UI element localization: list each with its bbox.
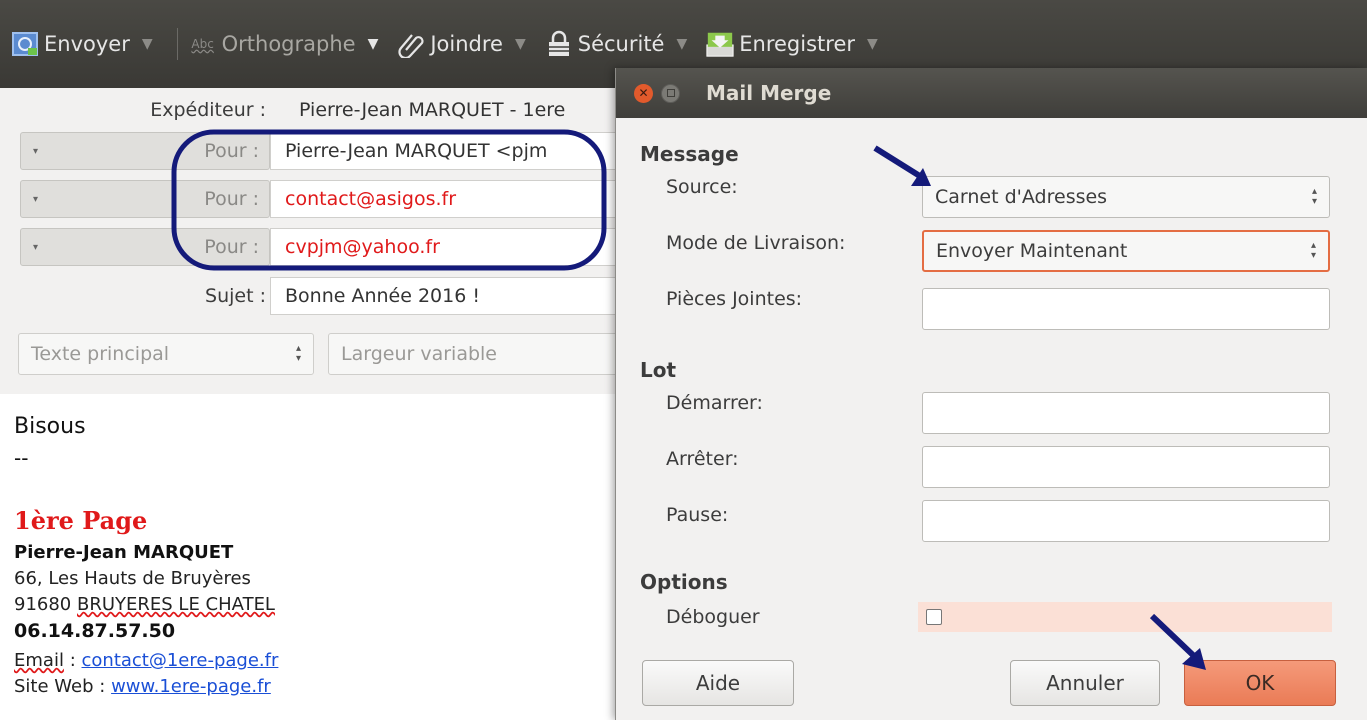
help-button[interactable]: Aide [642,660,794,706]
message-section-heading: Message [640,142,739,166]
security-dropdown-icon[interactable]: ▼ [676,36,687,52]
signature-email-line: Email : contact@1ere-page.fr [14,650,279,671]
dialog-titlebar: ✕ Mail Merge [616,68,1367,118]
signature-separator: -- [14,446,29,470]
send-button[interactable]: Envoyer ▼ [10,26,161,62]
source-value: Carnet d'Adresses [935,186,1108,208]
chevron-down-icon: ▾ [33,241,39,253]
security-label: Sécurité [577,32,665,56]
batch-section-heading: Lot [640,358,677,382]
attach-button[interactable]: Joindre ▼ [396,26,533,62]
signature-city: BRUYERES LE CHATEL [77,594,275,615]
save-download-icon [705,29,735,59]
annotation-arrow-icon [1149,613,1206,670]
lock-icon [544,29,574,59]
options-section-heading: Options [640,570,728,594]
subject-label: Sujet : [205,285,266,307]
from-value: Pierre-Jean MARQUET - 1ere [299,99,566,121]
paragraph-format-value: Texte principal [31,343,170,365]
signature-phone: 06.14.87.57.50 [14,620,176,642]
dialog-title: Mail Merge [706,81,832,105]
annotation-highlight-ellipse [171,129,607,271]
stop-label: Arrêter: [666,448,739,470]
from-select[interactable]: Pierre-Jean MARQUET - 1ere [284,91,624,129]
security-button[interactable]: Sécurité ▼ [544,26,696,62]
start-input[interactable] [922,392,1330,434]
font-width-value: Largeur variable [341,343,497,365]
signature-web-line: Site Web : www.1ere-page.fr [14,676,271,697]
pause-input[interactable] [922,500,1330,542]
web-label: Site Web [14,676,94,697]
delivery-value: Envoyer Maintenant [936,240,1128,262]
updown-arrows-icon: ▴ ▾ [1310,240,1316,261]
debug-checkbox[interactable] [926,609,942,625]
debug-checkbox-row [918,602,1332,632]
from-row: Expéditeur : Pierre-Jean MARQUET - 1ere [0,90,620,130]
save-button[interactable]: Enregistrer ▼ [705,26,886,62]
font-width-select[interactable]: Largeur variable [328,333,624,375]
subject-row: Sujet : Bonne Année 2016 ! [0,276,620,316]
stop-input[interactable] [922,446,1330,488]
signature-address: 66, Les Hauts de Bruyères [14,568,251,589]
delivery-label: Mode de Livraison: [666,232,846,254]
signature-city-line: 91680 BRUYERES LE CHATEL [14,594,275,615]
maximize-icon[interactable] [661,83,680,103]
pause-label: Pause: [666,504,729,526]
paragraph-format-select[interactable]: Texte principal ▴ ▾ [18,333,314,375]
signature-name: Pierre-Jean MARQUET [14,542,234,563]
source-label: Source: [666,176,738,198]
spelling-label: Orthographe [221,32,356,56]
attachments-input[interactable] [922,288,1330,330]
source-combo[interactable]: Carnet d'Adresses ▴ ▾ [922,176,1330,218]
send-label: Envoyer [44,32,130,56]
mail-merge-dialog: ✕ Mail Merge Message Source: Carnet d'Ad… [615,68,1367,720]
delivery-mode-combo[interactable]: Envoyer Maintenant ▴ ▾ [922,230,1330,272]
save-label: Enregistrer [739,32,856,56]
subject-value: Bonne Année 2016 ! [285,285,480,307]
debug-label: Déboguer [666,606,760,628]
greeting-text: Bisous [14,414,86,439]
updown-arrows-icon: ▴ ▾ [295,343,301,364]
send-dropdown-icon[interactable]: ▼ [142,36,153,52]
attach-label: Joindre [430,32,503,56]
spellcheck-icon: Abc [191,37,214,51]
start-label: Démarrer: [666,392,763,414]
spelling-dropdown-icon[interactable]: ▼ [368,36,379,52]
send-icon [10,29,40,59]
signature-postcode: 91680 [14,594,72,615]
attach-dropdown-icon[interactable]: ▼ [515,36,526,52]
chevron-down-icon: ▾ [33,193,39,205]
paperclip-icon [396,29,426,59]
updown-arrows-icon: ▴ ▾ [1311,186,1317,207]
signature-web-link[interactable]: www.1ere-page.fr [111,676,271,697]
attachments-label: Pièces Jointes: [666,288,803,310]
spelling-button[interactable]: Abc Orthographe ▼ [188,26,387,62]
signature-email-link[interactable]: contact@1ere-page.fr [82,650,279,671]
signature-brand: 1ère Page [14,506,148,535]
email-label: Email [14,650,64,671]
annotation-arrow-icon [873,145,931,186]
toolbar-separator [176,28,178,60]
subject-input[interactable]: Bonne Année 2016 ! [270,277,620,315]
save-dropdown-icon[interactable]: ▼ [867,36,878,52]
chevron-down-icon: ▾ [33,145,39,157]
cancel-button[interactable]: Annuler [1010,660,1160,706]
from-label: Expéditeur : [150,99,266,121]
close-icon[interactable]: ✕ [634,83,653,103]
